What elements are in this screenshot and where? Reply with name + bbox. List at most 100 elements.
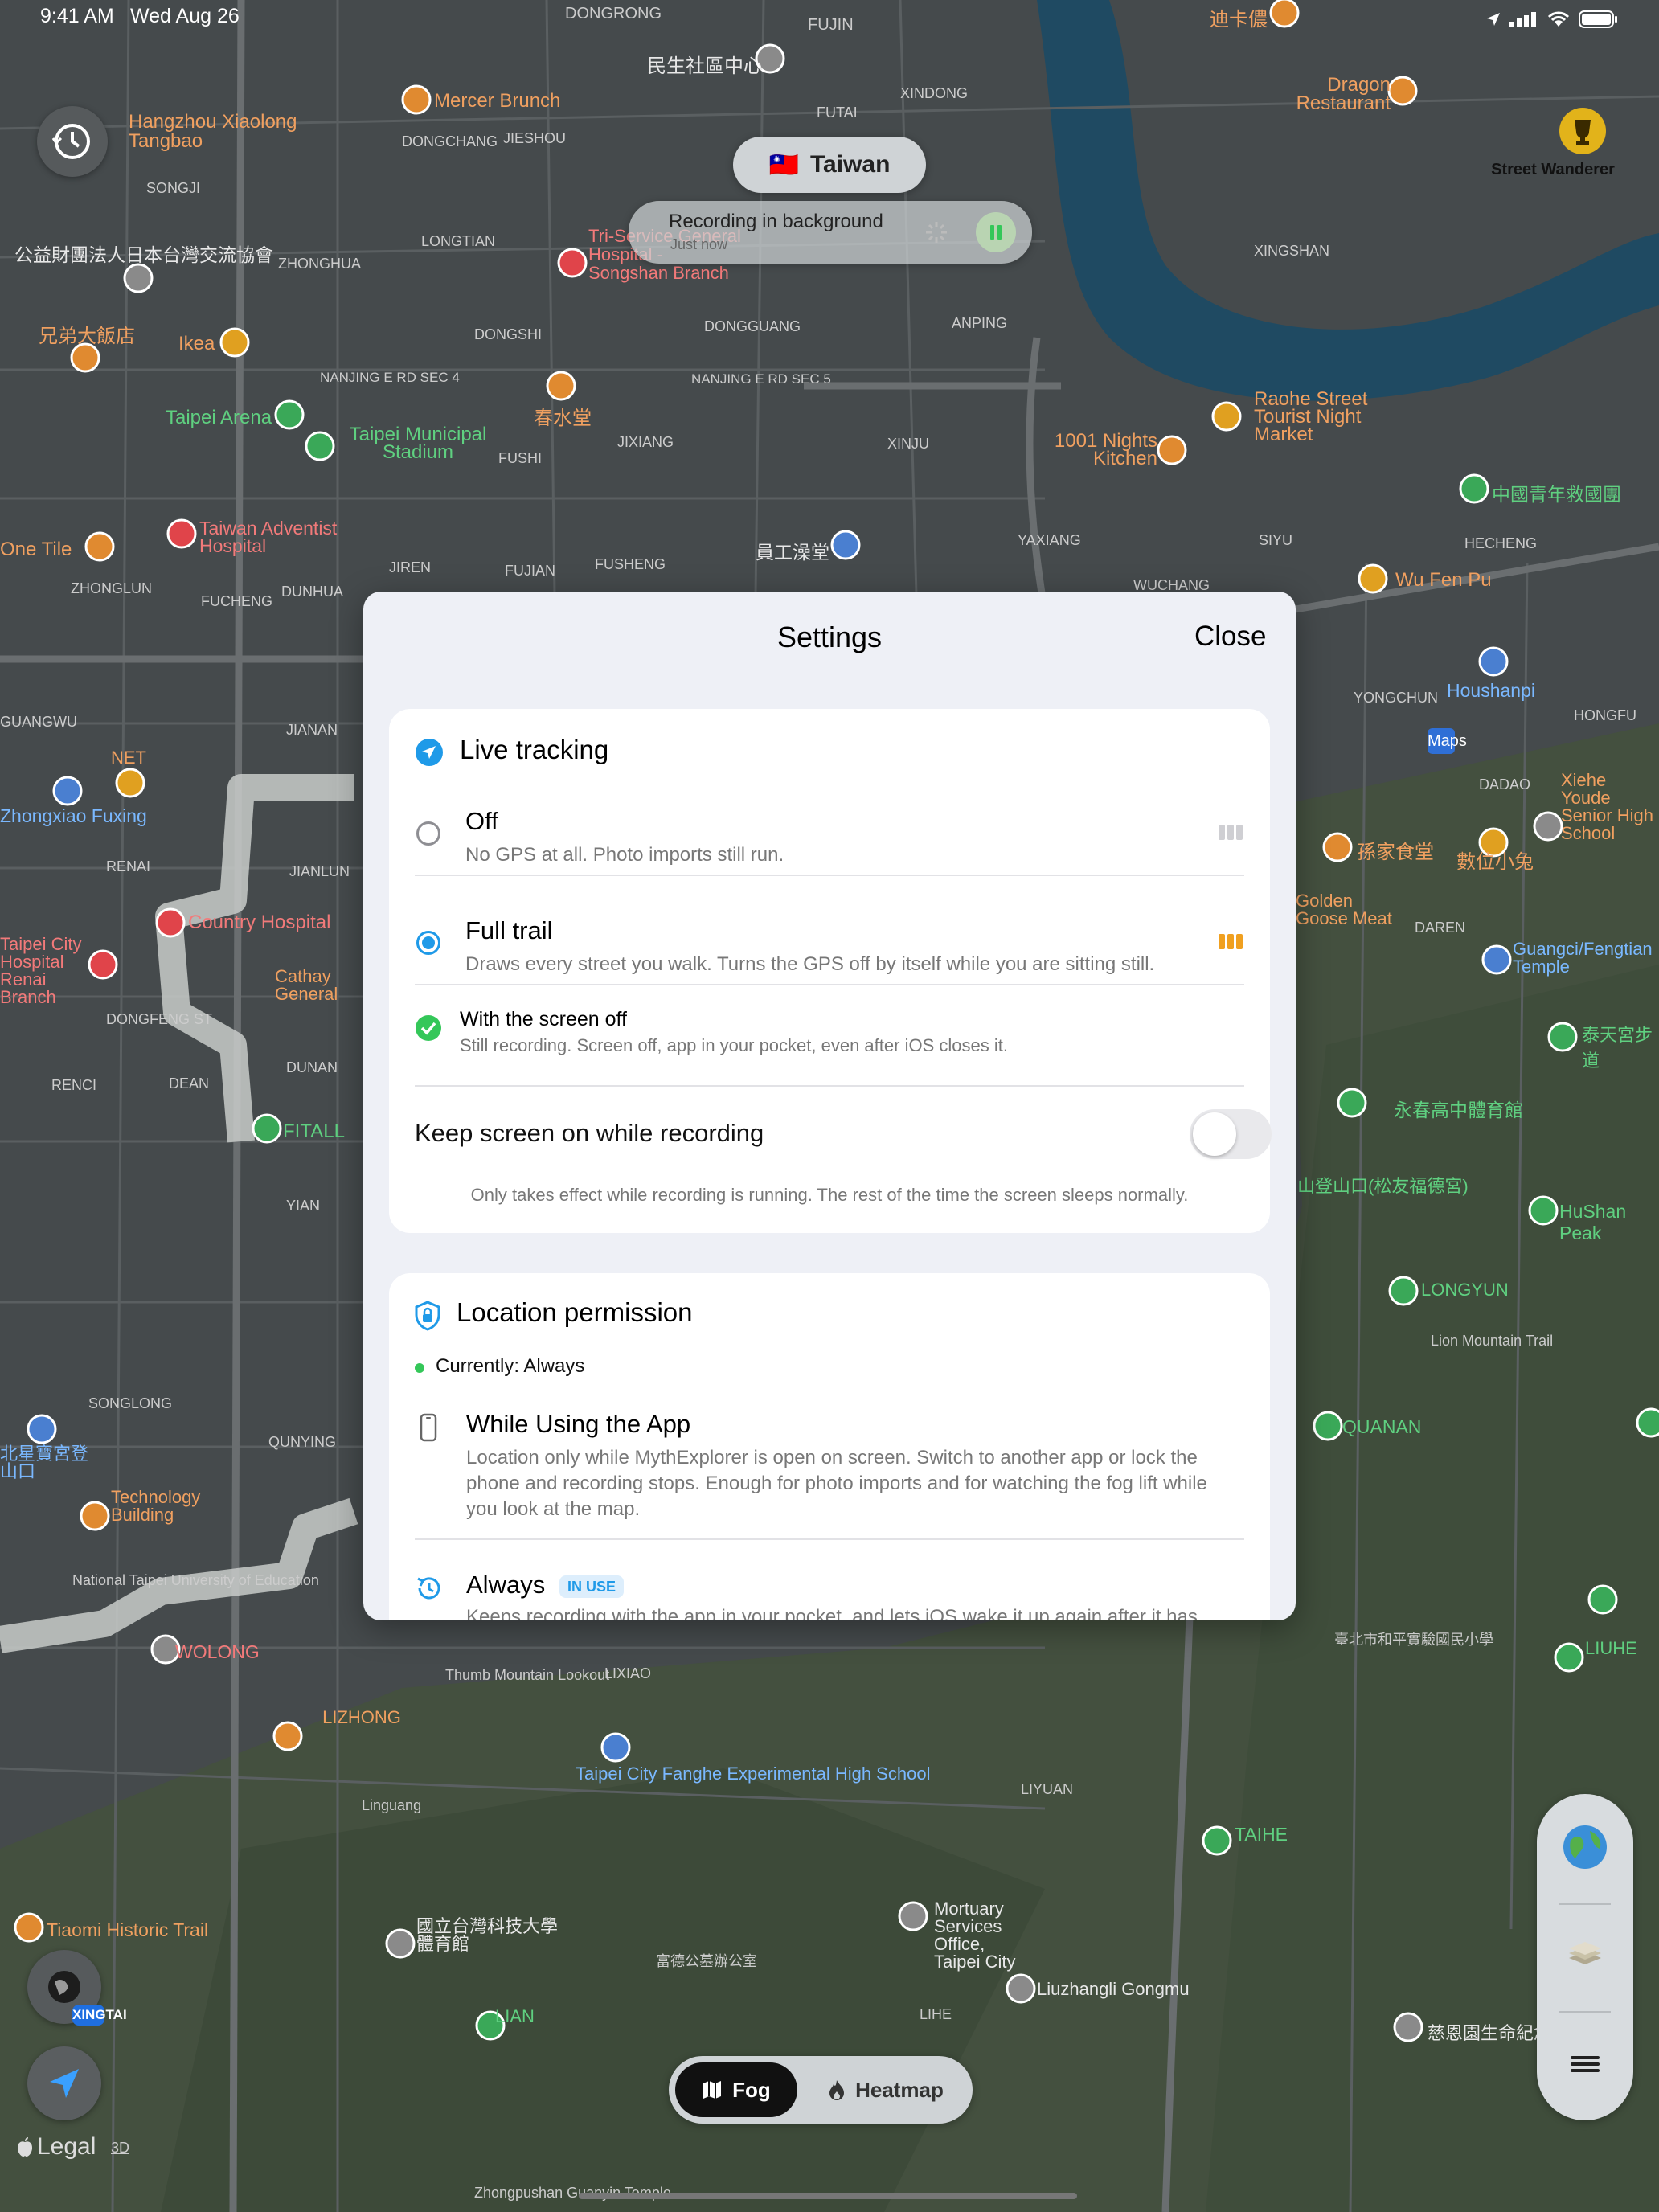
poi-pin[interactable] xyxy=(305,431,335,461)
poi-pin[interactable] xyxy=(27,1414,57,1444)
poi-pin[interactable] xyxy=(88,949,118,980)
radio-off[interactable] xyxy=(416,821,440,846)
map-label: DONGRONG xyxy=(565,5,662,23)
poi-pin[interactable] xyxy=(70,342,100,373)
poi-pin[interactable] xyxy=(898,1901,928,1931)
screen-off-desc: Still recording. Screen off, app in your… xyxy=(460,1035,1008,1055)
poi-pin[interactable] xyxy=(1393,2012,1423,2042)
permission-option-while-using[interactable]: While Using the App Location only while … xyxy=(389,1394,1270,1538)
poi-pin[interactable] xyxy=(1211,401,1242,432)
divider xyxy=(415,1538,1244,1540)
checkmark-circle-icon xyxy=(416,1015,441,1041)
achievement-badge[interactable] xyxy=(1559,108,1606,154)
poi-pin[interactable] xyxy=(274,399,305,430)
legal-link[interactable]: 3D xyxy=(111,2140,129,2157)
clock-arrow-icon xyxy=(417,1577,440,1600)
poi-pin[interactable] xyxy=(219,327,250,358)
permission-option-always[interactable]: Always IN USE Keeps recording with the a… xyxy=(389,1551,1270,1620)
poi-pin[interactable] xyxy=(830,530,861,560)
poi-pin[interactable] xyxy=(546,371,576,401)
map-label: NANJING E RD SEC 5 xyxy=(691,371,831,387)
apple-logo-icon xyxy=(18,2137,32,2157)
poi-pin[interactable] xyxy=(1387,76,1418,106)
poi-pin[interactable] xyxy=(385,1928,416,1959)
map-label: QUNYING xyxy=(268,1434,337,1450)
poi-pin[interactable] xyxy=(1554,1642,1584,1673)
pause-recording-button[interactable] xyxy=(976,212,1016,252)
region-pill[interactable]: 🇹🇼 Taiwan xyxy=(733,137,926,193)
poi-pin[interactable] xyxy=(80,1501,110,1531)
tracking-option-full-trail[interactable]: Full trail Draws every street you walk. … xyxy=(389,894,1270,998)
poi-pin[interactable] xyxy=(1358,563,1388,594)
battery-level-low-icon xyxy=(1219,825,1243,840)
map-label: 數位小兔 xyxy=(1456,851,1534,873)
map-label: One Tile xyxy=(0,539,72,560)
screen-off-title: With the screen off xyxy=(460,1008,627,1030)
poi-pin[interactable] xyxy=(1478,646,1509,677)
map-label: 孫家食堂 xyxy=(1357,842,1434,863)
locate-me-button[interactable] xyxy=(27,2046,101,2120)
heatmap-mode-button[interactable]: Heatmap xyxy=(807,2062,965,2117)
close-button[interactable]: Close xyxy=(1194,621,1266,653)
map-label: DEAN xyxy=(169,1075,210,1092)
battery-icon xyxy=(1579,10,1617,28)
radio-full-trail[interactable] xyxy=(416,931,440,955)
history-button[interactable] xyxy=(37,106,108,177)
poi-pin[interactable] xyxy=(84,531,115,562)
map-label: SIYU xyxy=(1259,532,1293,548)
map-label: Guangci/Fengtian Temple xyxy=(1513,939,1653,977)
poi-pin[interactable] xyxy=(166,518,197,549)
poi-pin[interactable] xyxy=(1337,1088,1367,1118)
map-label: FUTAI xyxy=(817,104,858,121)
layers-button[interactable] xyxy=(1561,1931,1609,1979)
navigation-arrow-icon xyxy=(50,2069,79,2098)
map-label: 北星寶宮登山口 xyxy=(0,1444,89,1481)
poi-pin[interactable] xyxy=(1322,832,1353,862)
keep-screen-on-toggle[interactable] xyxy=(1190,1109,1272,1159)
poi-pin[interactable] xyxy=(1481,944,1512,975)
fog-mode-button[interactable]: Fog xyxy=(675,2062,797,2117)
poi-pin[interactable] xyxy=(1528,1195,1559,1226)
menu-button[interactable] xyxy=(1561,2040,1609,2088)
map-label: ZHONGLUN xyxy=(71,580,153,596)
map-label: FUSHI xyxy=(498,450,542,466)
map-label: XINGSHAN xyxy=(1254,243,1330,259)
poi-pin[interactable] xyxy=(600,1732,631,1763)
poi-pin[interactable] xyxy=(1636,1407,1659,1438)
signal-icon xyxy=(1509,12,1536,27)
poi-pin[interactable] xyxy=(123,263,154,293)
in-use-badge: IN USE xyxy=(559,1575,625,1598)
globe-button[interactable] xyxy=(1561,1823,1609,1871)
poi-pin[interactable] xyxy=(1157,435,1187,465)
poi-pin[interactable] xyxy=(1313,1411,1343,1441)
region-name: Taiwan xyxy=(809,151,891,178)
menu-icon xyxy=(1571,2056,1600,2072)
poi-pin[interactable] xyxy=(1459,473,1489,504)
poi-pin[interactable] xyxy=(1587,1584,1618,1615)
poi-pin[interactable] xyxy=(401,84,432,115)
3d-view-button[interactable]: XINGTAI xyxy=(27,1950,127,2026)
poi-pin[interactable] xyxy=(14,1912,44,1943)
poi-pin[interactable] xyxy=(252,1113,282,1144)
map-label: RENCI xyxy=(51,1077,97,1093)
poi-pin[interactable] xyxy=(1533,811,1563,842)
poi-pin[interactable] xyxy=(115,768,145,798)
keep-screen-on-label: Keep screen on while recording xyxy=(415,1119,764,1147)
map-label: JIANLUN xyxy=(289,863,350,879)
divider xyxy=(415,1085,1244,1087)
poi-pin[interactable] xyxy=(52,776,83,806)
poi-pin[interactable] xyxy=(1269,0,1300,28)
recording-banner[interactable]: Recording in background Just now xyxy=(629,201,1032,264)
map-label: 國立台灣科技大學體育館 xyxy=(416,1916,559,1954)
divider xyxy=(415,875,1244,876)
poi-pin[interactable] xyxy=(1006,1973,1036,2004)
poi-pin[interactable] xyxy=(1547,1022,1578,1052)
poi-pin[interactable] xyxy=(272,1721,303,1751)
poi-pin[interactable] xyxy=(1202,1825,1232,1856)
maps-wordmark: Legal xyxy=(37,2133,96,2160)
poi-pin[interactable] xyxy=(155,907,186,938)
poi-pin[interactable] xyxy=(557,248,588,278)
tracking-option-off[interactable]: Off No GPS at all. Photo imports still r… xyxy=(389,784,1270,889)
poi-pin[interactable] xyxy=(1388,1276,1419,1306)
history-clock-icon xyxy=(51,124,90,159)
